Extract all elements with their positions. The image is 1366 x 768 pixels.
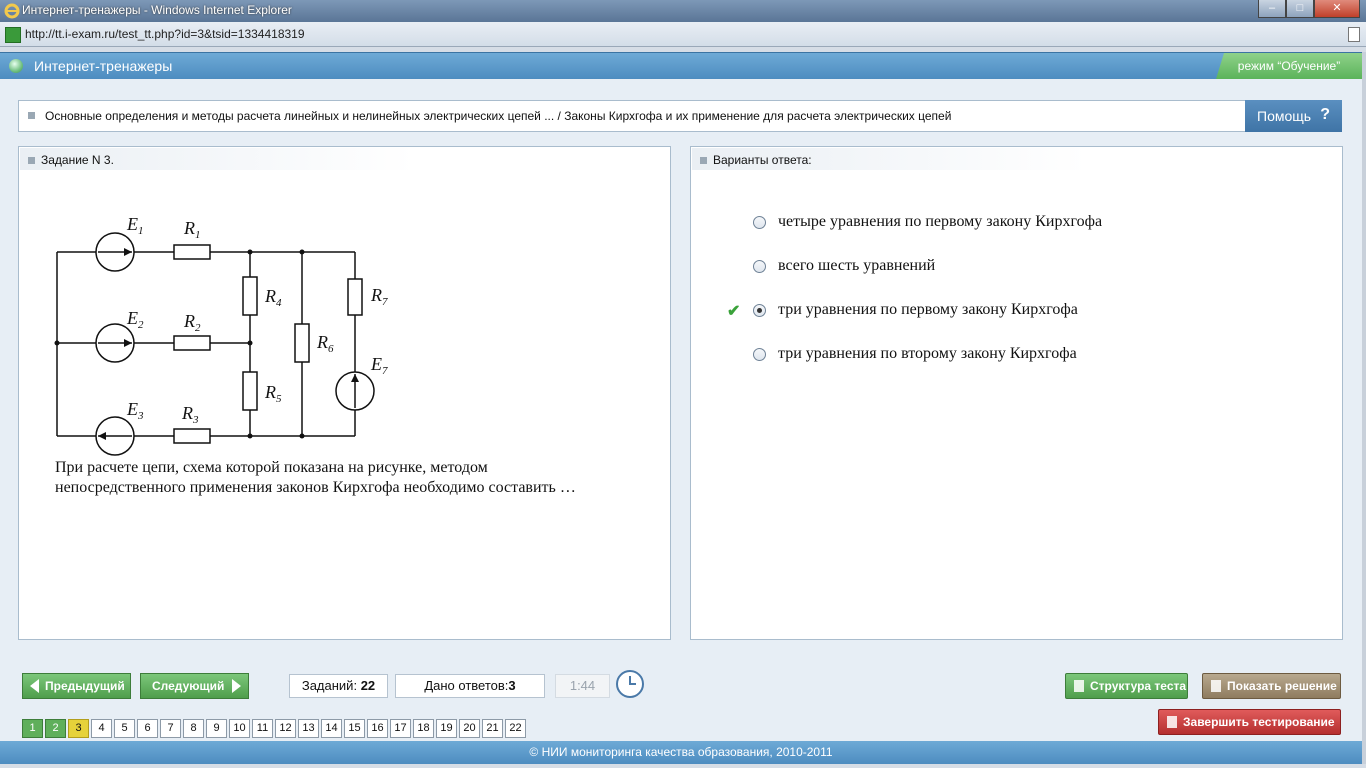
show-solution-button[interactable]: Показать решение xyxy=(1202,673,1341,699)
bullet-icon xyxy=(28,112,35,119)
page-button-14[interactable]: 14 xyxy=(321,719,342,738)
radio-button[interactable] xyxy=(753,260,766,273)
page-button-8[interactable]: 8 xyxy=(183,719,204,738)
bottom-bar: Предыдущий Следующий Заданий: 22 Дано от… xyxy=(0,661,1362,741)
timer: 1:44 xyxy=(555,674,610,698)
answers-heading: Варианты ответа: xyxy=(713,153,812,167)
structure-button[interactable]: Структура теста xyxy=(1065,673,1188,699)
answers-header: Варианты ответа: xyxy=(692,148,1087,170)
label-r1: R1 xyxy=(183,218,201,241)
globe-icon xyxy=(9,59,23,73)
page-icon[interactable] xyxy=(1348,27,1360,42)
page-button-21[interactable]: 21 xyxy=(482,719,503,738)
breadcrumb: Основные определения и методы расчета ли… xyxy=(18,100,1246,132)
page-button-19[interactable]: 19 xyxy=(436,719,457,738)
answers-panel: Варианты ответа: ✔ четыре уравнения по п… xyxy=(690,146,1343,640)
question-icon: ? xyxy=(1320,106,1330,123)
tasks-counter: Заданий: 22 xyxy=(289,674,388,698)
circuit-diagram: E1 R1 E2 R2 E3 R3 R4 R5 R6 R7 E7 xyxy=(54,214,388,456)
label-r7: R7 xyxy=(370,285,388,308)
page-button-17[interactable]: 17 xyxy=(390,719,411,738)
label-r6: R6 xyxy=(316,332,334,355)
page-button-20[interactable]: 20 xyxy=(459,719,480,738)
bullet-icon xyxy=(700,157,707,164)
page-button-12[interactable]: 12 xyxy=(275,719,296,738)
page-button-4[interactable]: 4 xyxy=(91,719,112,738)
page-button-1[interactable]: 1 xyxy=(22,719,43,738)
url-field[interactable]: http://tt.i-exam.ru/test_tt.php?id=3&tsi… xyxy=(25,27,305,41)
resistor-r7 xyxy=(347,278,363,316)
label-r4: R4 xyxy=(264,286,282,309)
window-title: Интернет-тренажеры - Windows Internet Ex… xyxy=(22,3,292,17)
resistor-r1 xyxy=(173,244,211,260)
help-button[interactable]: Помощь ? xyxy=(1245,100,1342,132)
minimize-button[interactable]: – xyxy=(1258,0,1286,18)
app-header: Интернет-тренажеры режим “Обучение” xyxy=(0,52,1362,79)
arrow-right-icon xyxy=(232,679,241,693)
task-header: Задание N 3. xyxy=(20,148,415,170)
label-e7: E7 xyxy=(370,354,388,377)
label-e1: E1 xyxy=(126,214,144,237)
page-button-9[interactable]: 9 xyxy=(206,719,227,738)
answer-text: четыре уравнения по первому закону Кирхг… xyxy=(778,213,1103,230)
finish-button[interactable]: Завершить тестирование xyxy=(1158,709,1341,735)
page-navigator: 1 2 3 4 5 6 7 8 9 10 11 12 13 14 15 16 17 18 19 20 21 22 xyxy=(22,719,528,738)
label-e3: E3 xyxy=(126,399,144,422)
task-panel: Задание N 3. E1 R1 E2 R2 E3 R3 R4 R5 R6 … xyxy=(18,146,671,640)
label-e2: E2 xyxy=(126,308,144,331)
window-titlebar: Интернет-тренажеры - Windows Internet Ex… xyxy=(0,0,1366,22)
page-button-11[interactable]: 11 xyxy=(252,719,273,738)
page-button-16[interactable]: 16 xyxy=(367,719,388,738)
favicon-icon xyxy=(5,27,21,43)
resistor-r4 xyxy=(242,276,258,316)
page-button-3[interactable]: 3 xyxy=(68,719,89,738)
resistor-r2 xyxy=(173,335,211,351)
radio-button[interactable] xyxy=(753,348,766,361)
clock-icon xyxy=(616,670,644,698)
scrollbar[interactable] xyxy=(1362,52,1366,764)
answer-text: три уравнения по второму закону Кирхгофа xyxy=(778,345,1077,362)
page-button-22[interactable]: 22 xyxy=(505,719,526,738)
answer-text: три уравнения по первому закону Кирхгофа xyxy=(778,301,1078,318)
label-r2: R2 xyxy=(183,311,201,334)
address-bar: http://tt.i-exam.ru/test_tt.php?id=3&tsi… xyxy=(0,22,1366,47)
window-controls: – □ ✕ xyxy=(1258,0,1360,18)
list-icon xyxy=(1074,680,1084,692)
prev-button[interactable]: Предыдущий xyxy=(22,673,131,699)
bullet-icon xyxy=(28,157,35,164)
page-button-15[interactable]: 15 xyxy=(344,719,365,738)
resistor-r6 xyxy=(294,323,310,363)
radio-button[interactable] xyxy=(753,216,766,229)
resistor-r5 xyxy=(242,371,258,411)
help-label: Помощь xyxy=(1257,108,1312,124)
answered-counter: Дано ответов:3 xyxy=(395,674,545,698)
book-icon xyxy=(1211,680,1221,692)
checkmark-icon: ✔ xyxy=(727,303,741,320)
answer-text: всего шесть уравнений xyxy=(778,257,936,274)
main-area: Основные определения и методы расчета ли… xyxy=(0,79,1362,661)
breadcrumb-text: Основные определения и методы расчета ли… xyxy=(45,109,952,123)
label-r3: R3 xyxy=(181,403,199,426)
runner-icon xyxy=(1167,716,1177,728)
label-r5: R5 xyxy=(264,382,282,405)
page-button-2[interactable]: 2 xyxy=(45,719,66,738)
page-button-13[interactable]: 13 xyxy=(298,719,319,738)
radio-button-selected[interactable] xyxy=(753,304,766,317)
mode-badge: режим “Обучение” xyxy=(1216,53,1362,79)
page-button-7[interactable]: 7 xyxy=(160,719,181,738)
next-button[interactable]: Следующий xyxy=(140,673,249,699)
maximize-button[interactable]: □ xyxy=(1286,0,1314,18)
page-button-18[interactable]: 18 xyxy=(413,719,434,738)
footer: © НИИ мониторинга качества образования, … xyxy=(0,741,1362,764)
app-title: Интернет-тренажеры xyxy=(34,58,173,74)
page-button-5[interactable]: 5 xyxy=(114,719,135,738)
close-button[interactable]: ✕ xyxy=(1314,0,1360,18)
page-button-10[interactable]: 10 xyxy=(229,719,250,738)
page-button-6[interactable]: 6 xyxy=(137,719,158,738)
arrow-left-icon xyxy=(30,679,39,693)
resistor-r3 xyxy=(173,428,211,444)
question-text: При расчете цепи, схема которой показана… xyxy=(55,459,576,496)
ie-logo-icon xyxy=(4,3,20,19)
task-heading: Задание N 3. xyxy=(41,153,114,167)
